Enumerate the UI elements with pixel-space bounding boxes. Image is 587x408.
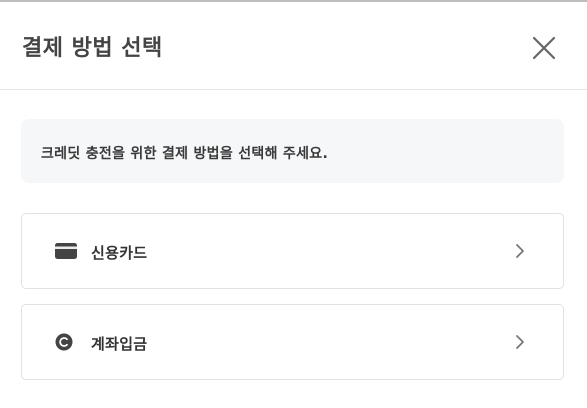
- credit-card-icon: [55, 243, 77, 259]
- option-label: 신용카드: [91, 244, 148, 262]
- close-icon: [532, 36, 556, 60]
- modal-header: 결제 방법 선택: [0, 2, 587, 90]
- payment-method-modal: 결제 방법 선택 크레딧 충전을 위한 결제 방법을 선택해 주세요. 신용카드…: [0, 2, 587, 408]
- option-label: 계좌입금: [91, 335, 148, 353]
- chevron-right-icon: [516, 244, 524, 258]
- notice-box: 크레딧 충전을 위한 결제 방법을 선택해 주세요.: [21, 119, 564, 183]
- close-button[interactable]: [528, 32, 560, 64]
- coin-icon: [55, 333, 73, 351]
- chevron-right-icon: [516, 335, 524, 349]
- option-credit-card[interactable]: 신용카드: [21, 213, 564, 289]
- option-bank-transfer[interactable]: 계좌입금: [21, 304, 564, 380]
- modal-title: 결제 방법 선택: [22, 36, 163, 61]
- notice-text: 크레딧 충전을 위한 결제 방법을 선택해 주세요.: [41, 146, 329, 162]
